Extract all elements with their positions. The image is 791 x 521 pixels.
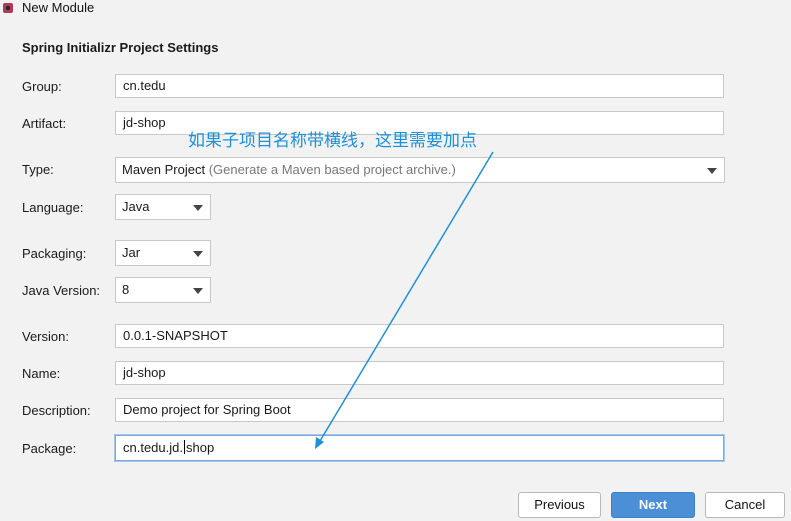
cancel-button[interactable]: Cancel <box>705 492 785 518</box>
next-button[interactable]: Next <box>611 492 695 518</box>
previous-button[interactable]: Previous <box>518 492 601 518</box>
annotation-arrow <box>315 151 494 449</box>
